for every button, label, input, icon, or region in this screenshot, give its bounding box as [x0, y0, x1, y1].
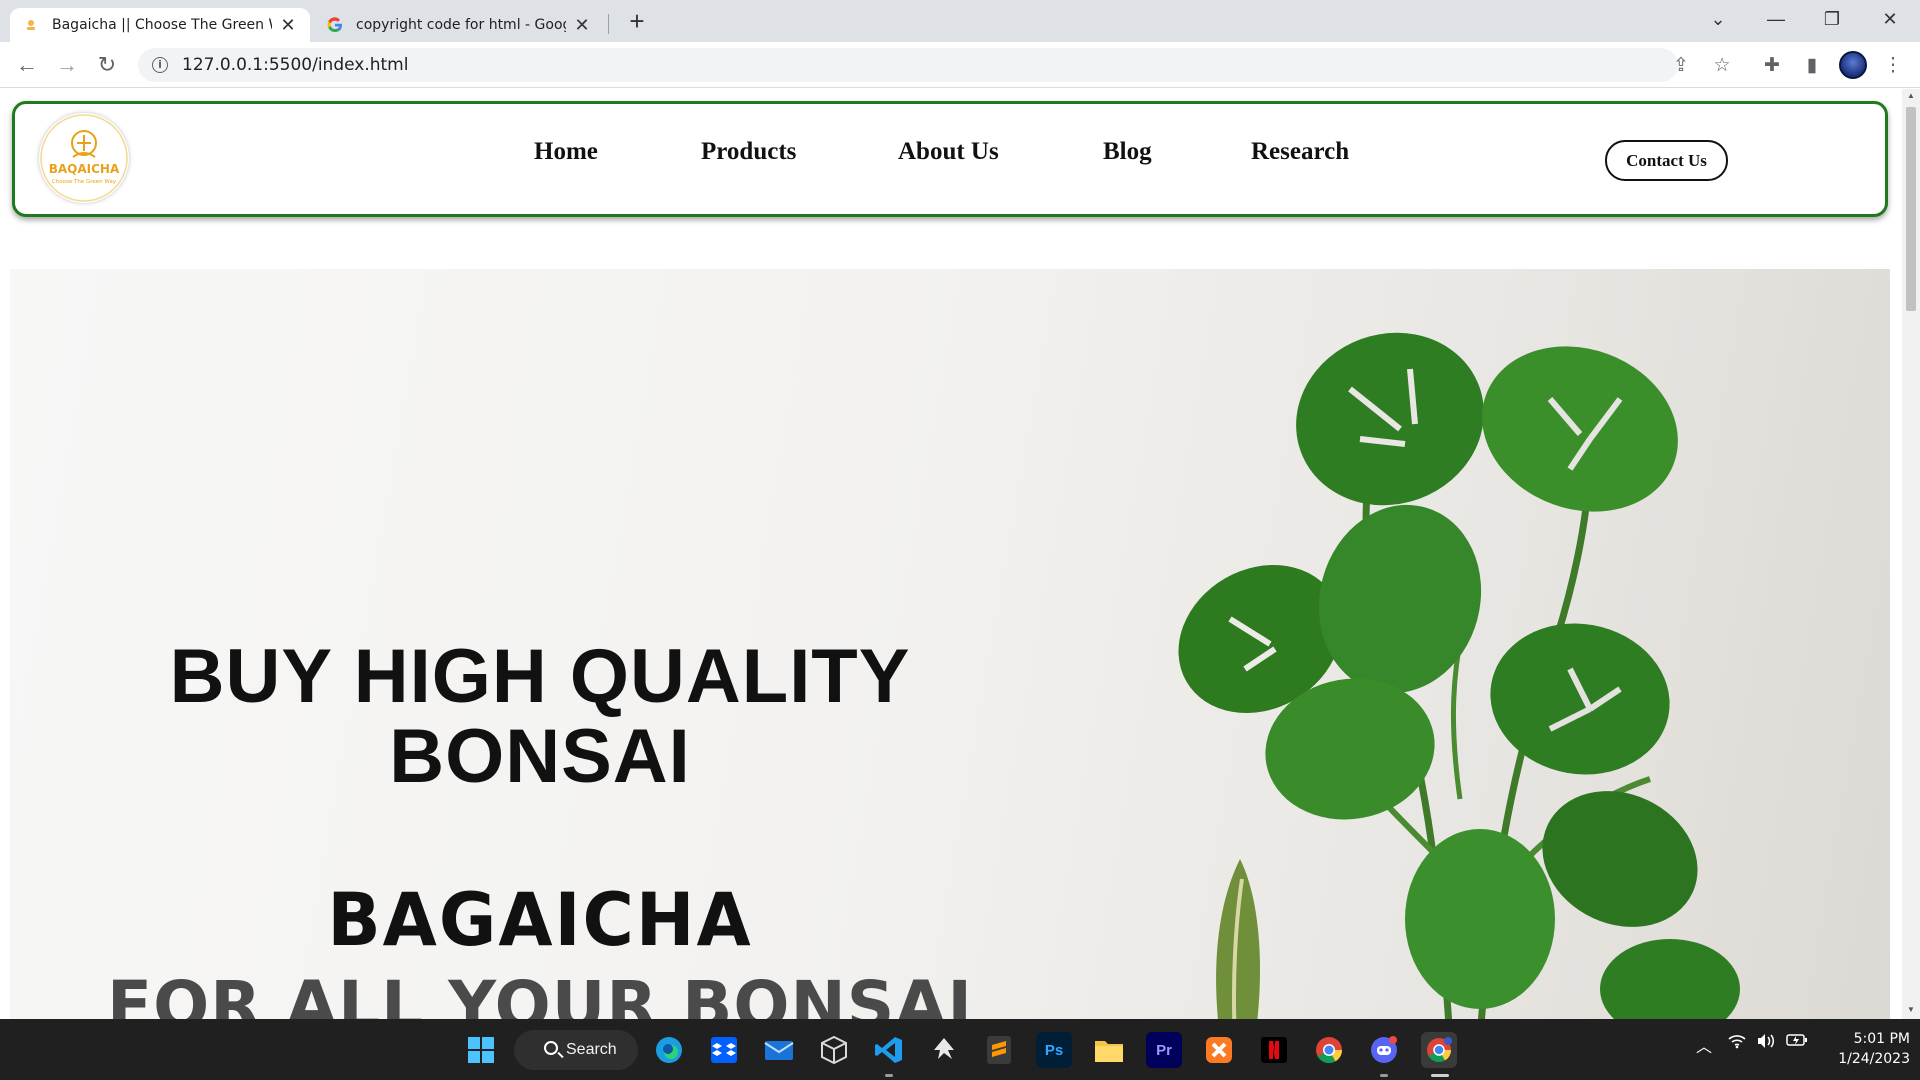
chrome-profile-icon[interactable]	[1421, 1032, 1457, 1068]
close-tab-icon[interactable]: ✕	[572, 15, 592, 36]
hero-title-line2: BONSAI	[389, 714, 691, 799]
close-tab-icon[interactable]: ✕	[278, 15, 298, 36]
bookmark-star-icon[interactable]: ☆	[1709, 52, 1735, 78]
profile-avatar[interactable]	[1839, 51, 1867, 79]
site-favicon-icon	[22, 16, 40, 34]
hero-brand: BAGAICHA	[327, 876, 753, 964]
share-icon[interactable]: ⇪	[1668, 52, 1694, 78]
nav-home[interactable]: Home	[534, 138, 598, 166]
wifi-icon[interactable]	[1728, 1033, 1746, 1054]
clock-time: 5:01 PM	[1853, 1031, 1910, 1047]
scroll-down-arrow-icon[interactable]: ▼	[1906, 1005, 1916, 1014]
battery-charging-icon[interactable]	[1786, 1033, 1808, 1052]
clock-date: 1/24/2023	[1838, 1051, 1910, 1067]
inkscape-icon[interactable]	[926, 1032, 962, 1068]
netflix-icon[interactable]	[1256, 1032, 1292, 1068]
browser-toolbar: ← → ↻ i 127.0.0.1:5500/index.html ⇪ ☆ ✚ …	[0, 42, 1920, 88]
side-panel-icon[interactable]: ▮	[1799, 52, 1825, 78]
nav-products[interactable]: Products	[701, 138, 796, 166]
bagaicha-logo[interactable]: BAQAICHA Choose The Green Way	[39, 113, 129, 203]
scroll-up-arrow-icon[interactable]: ▲	[1906, 91, 1916, 100]
browser-tab-strip: Bagaicha || Choose The Green W ✕ copyrig…	[0, 0, 1920, 42]
taskbar-search-label: Search	[566, 1041, 617, 1058]
address-bar[interactable]: i 127.0.0.1:5500/index.html	[138, 48, 1678, 82]
mail-icon[interactable]	[761, 1032, 797, 1068]
volume-icon[interactable]	[1756, 1033, 1776, 1054]
google-icon	[326, 16, 344, 34]
monstera-plant-image	[1178, 332, 1740, 1019]
reload-button[interactable]: ↻	[92, 50, 122, 80]
tab-bagaicha[interactable]: Bagaicha || Choose The Green W ✕	[10, 8, 310, 42]
logo-name: BAQAICHA	[49, 162, 120, 176]
site-header: BAQAICHA Choose The Green Way Home Produ…	[12, 101, 1888, 217]
hero-section: BUY HIGH QUALITY BONSAI BAGAICHA FOR ALL…	[10, 269, 1890, 1019]
restore-button[interactable]: ❐	[1804, 0, 1860, 38]
discord-icon[interactable]	[1366, 1032, 1402, 1068]
tab-title: Bagaicha || Choose The Green W	[52, 17, 272, 33]
hero-tagline: FOR ALL YOUR BONSAI	[107, 967, 973, 1019]
taskbar-clock[interactable]: 5:01 PM 1/24/2023	[1820, 1029, 1910, 1069]
tab-title: copyright code for html - Google	[356, 17, 566, 33]
contact-us-button[interactable]: Contact Us	[1605, 140, 1728, 181]
chrome-icon[interactable]	[1311, 1032, 1347, 1068]
hero-title: BUY HIGH QUALITY BONSAI	[10, 637, 1070, 797]
virtualbox-icon[interactable]	[816, 1032, 852, 1068]
edge-icon[interactable]	[651, 1032, 687, 1068]
file-explorer-icon[interactable]	[1091, 1032, 1127, 1068]
logo-tagline: Choose The Green Way	[52, 179, 117, 185]
vscode-running-indicator	[885, 1074, 893, 1077]
xampp-icon[interactable]	[1201, 1032, 1237, 1068]
minimize-button[interactable]: —	[1748, 0, 1804, 38]
windows-taskbar: Search Ps Pr ︿ 5:01 PM 1/24/2023	[0, 1019, 1920, 1080]
hero-title-line1: BUY HIGH QUALITY	[169, 634, 911, 719]
site-info-icon[interactable]: i	[152, 57, 168, 73]
back-button[interactable]: ←	[12, 50, 42, 80]
address-url[interactable]: 127.0.0.1:5500/index.html	[182, 55, 408, 75]
close-window-button[interactable]: ✕	[1862, 0, 1918, 38]
photoshop-icon[interactable]: Ps	[1036, 1032, 1072, 1068]
page-viewport: BAQAICHA Choose The Green Way Home Produ…	[0, 89, 1902, 1019]
new-tab-button[interactable]: +	[622, 6, 652, 36]
tab-divider	[608, 14, 609, 34]
nav-research[interactable]: Research	[1251, 138, 1349, 166]
vscode-icon[interactable]	[871, 1032, 907, 1068]
scrollbar-thumb[interactable]	[1906, 107, 1916, 311]
premiere-pro-icon[interactable]: Pr	[1146, 1032, 1182, 1068]
show-hidden-icons-chevron-icon[interactable]: ︿	[1696, 1033, 1712, 1057]
extensions-puzzle-icon[interactable]: ✚	[1759, 52, 1785, 78]
discord-running-indicator	[1380, 1074, 1388, 1077]
sublime-text-icon[interactable]	[981, 1032, 1017, 1068]
chrome-menu-icon[interactable]: ⋮	[1880, 52, 1906, 78]
windows-start-icon[interactable]	[463, 1032, 499, 1068]
page-scrollbar[interactable]: ▲ ▼	[1902, 89, 1920, 1019]
taskbar-search-button[interactable]: Search	[514, 1030, 638, 1070]
dropbox-icon[interactable]	[706, 1032, 742, 1068]
tab-google-search[interactable]: copyright code for html - Google ✕	[314, 8, 604, 42]
chrome-active-indicator	[1431, 1074, 1449, 1077]
nav-blog[interactable]: Blog	[1103, 138, 1152, 166]
forward-button[interactable]: →	[52, 50, 82, 80]
tab-search-chevron-icon[interactable]: ⌄	[1690, 0, 1746, 38]
nav-about-us[interactable]: About Us	[898, 138, 999, 166]
search-icon	[544, 1041, 558, 1055]
